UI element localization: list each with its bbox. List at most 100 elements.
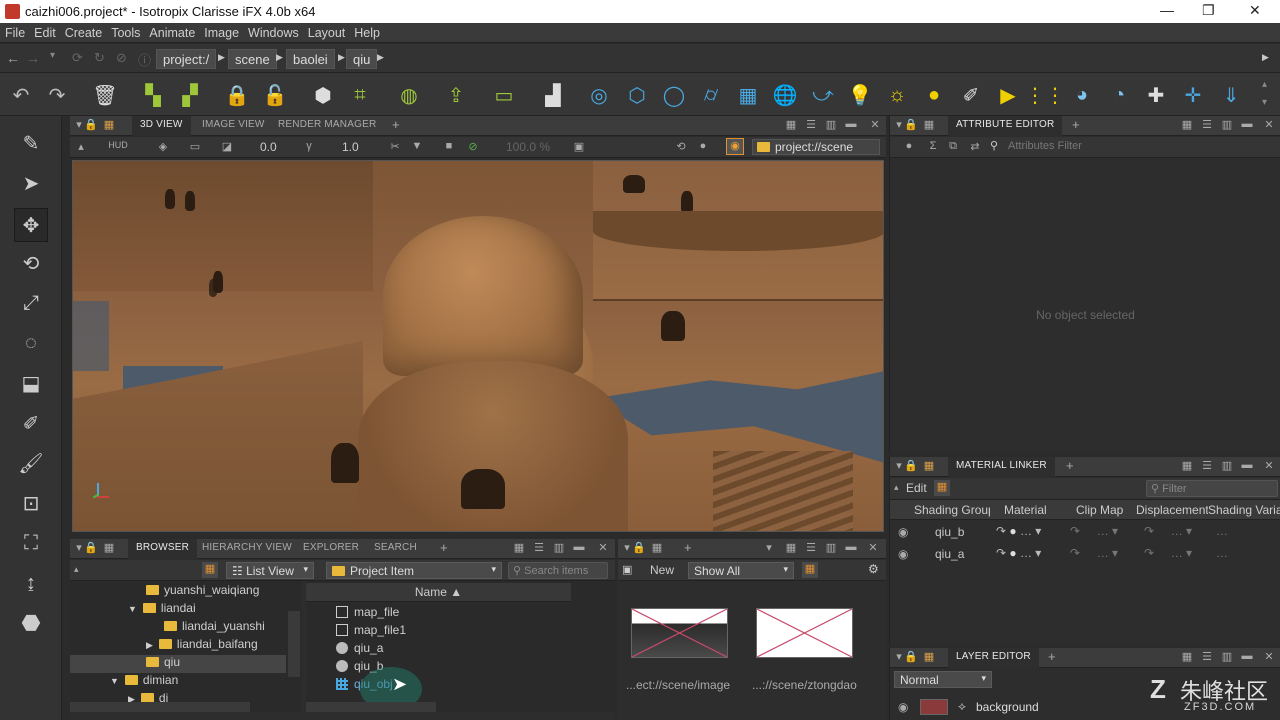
layout-cols-icon[interactable]: ▥ bbox=[1220, 118, 1234, 132]
camera-icon[interactable]: ■ bbox=[442, 140, 456, 154]
add-tab-button[interactable]: + bbox=[1064, 116, 1088, 136]
col-shading-group[interactable]: Shading Group bbox=[914, 503, 990, 517]
eye-icon[interactable]: ◉ bbox=[726, 138, 744, 155]
layout-grid-icon[interactable]: ▦ bbox=[784, 118, 798, 132]
close-panel-icon[interactable]: ✕ bbox=[1262, 459, 1276, 473]
sphere-display-icon[interactable]: ● bbox=[696, 140, 710, 154]
layout-rows-icon[interactable]: ☰ bbox=[532, 541, 546, 555]
tab-render-manager[interactable]: RENDER MANAGER bbox=[270, 116, 384, 136]
menu-create[interactable]: Create bbox=[60, 23, 107, 40]
layout-rows-icon[interactable]: ☰ bbox=[1200, 650, 1214, 664]
layout-cols-icon[interactable]: ▥ bbox=[1220, 650, 1234, 664]
spot-light-icon[interactable]: ✐ bbox=[958, 82, 984, 108]
back-arrow-icon[interactable]: ← bbox=[6, 50, 20, 66]
maximize-panel-icon[interactable]: ▬ bbox=[572, 541, 586, 555]
color-swatch-icon[interactable]: ⬣ bbox=[16, 608, 46, 638]
close-panel-icon[interactable]: ✕ bbox=[596, 541, 610, 555]
tree-item[interactable]: yuanshi_waiqiang bbox=[146, 583, 259, 601]
toolbar-more-icon[interactable]: ▾ bbox=[1262, 97, 1267, 108]
displacement-slot[interactable]: ↷ … ▾ bbox=[1144, 546, 1192, 560]
material-filter-input[interactable]: ⚲ Filter bbox=[1146, 480, 1278, 497]
eyedropper-icon[interactable]: ✎ bbox=[16, 128, 46, 158]
search-items-input[interactable]: ⚲ Search items bbox=[508, 562, 608, 579]
tree-item[interactable]: liandai_yuanshi bbox=[164, 619, 265, 637]
crumb-scene[interactable]: scene bbox=[228, 49, 277, 69]
light-icon[interactable]: 💡 bbox=[847, 82, 873, 108]
panel-lock-icon[interactable]: 🔒 bbox=[904, 118, 918, 132]
close-button[interactable]: ✕ bbox=[1249, 2, 1261, 19]
menu-file[interactable]: File bbox=[0, 23, 29, 40]
tabs-dropdown-icon[interactable]: ▾ bbox=[762, 541, 776, 555]
layout-grid-icon[interactable]: ▦ bbox=[1180, 459, 1194, 473]
instance-icon[interactable]: ⬢ bbox=[310, 82, 336, 108]
tab-3d-view[interactable]: 3D VIEW bbox=[132, 116, 191, 136]
tab-attribute-editor[interactable]: ATTRIBUTE EDITOR bbox=[948, 116, 1063, 136]
stamp-tool-icon[interactable]: ⬓ bbox=[16, 368, 46, 398]
menu-help[interactable]: Help bbox=[349, 23, 384, 40]
tab-layer-editor[interactable]: LAYER EDITOR bbox=[948, 648, 1039, 668]
filter-icon[interactable]: ▼ bbox=[410, 140, 424, 154]
displacement-slot[interactable]: ↷ … ▾ bbox=[1144, 524, 1192, 538]
sun-light-icon[interactable]: ☼ bbox=[884, 82, 910, 108]
add-tab-button[interactable]: + bbox=[384, 116, 408, 136]
maximize-panel-icon[interactable]: ▬ bbox=[1240, 650, 1254, 664]
clip-map-slot[interactable]: ↷ … ▾ bbox=[1070, 524, 1118, 538]
toolbar-more-icon[interactable]: ▴ bbox=[1262, 79, 1267, 90]
panel-menu-icon[interactable]: ▦ bbox=[922, 650, 936, 664]
list-item[interactable]: map_file bbox=[336, 605, 399, 623]
maximize-panel-icon[interactable]: ▬ bbox=[844, 541, 858, 555]
close-panel-icon[interactable]: ✕ bbox=[1262, 650, 1276, 664]
add-tab-button[interactable]: + bbox=[1058, 457, 1082, 477]
progressive-icon[interactable]: ⊘ bbox=[466, 140, 480, 154]
ungroup-icon[interactable]: ▞ bbox=[177, 82, 203, 108]
panel-lock-icon[interactable]: 🔒 bbox=[632, 541, 646, 555]
brush-tool-icon[interactable]: 🖌 bbox=[16, 448, 46, 478]
redo-icon[interactable]: ↷ bbox=[44, 82, 70, 108]
sync-icon[interactable]: ⟲ bbox=[674, 140, 688, 154]
image-sync-icon[interactable]: ▦ bbox=[802, 562, 818, 578]
lock-icon[interactable]: 🔒 bbox=[224, 82, 250, 108]
close-panel-icon[interactable]: ✕ bbox=[868, 118, 882, 132]
panel-menu-icon[interactable]: ▦ bbox=[922, 118, 936, 132]
scatter-down-icon[interactable]: ⇓ bbox=[1218, 82, 1244, 108]
unlock-icon[interactable]: 🔓 bbox=[262, 82, 288, 108]
minimize-button[interactable]: — bbox=[1160, 2, 1174, 18]
globe-icon[interactable]: 🌐 bbox=[772, 82, 798, 108]
settings-gear-icon[interactable]: ⚙ bbox=[868, 562, 879, 576]
import-icon[interactable]: ⇪ bbox=[443, 82, 469, 108]
close-panel-icon[interactable]: ✕ bbox=[866, 541, 880, 555]
scatterer-icon[interactable]: ✚ bbox=[1143, 82, 1169, 108]
select-arrow-icon[interactable]: ➤ bbox=[16, 168, 46, 198]
maximize-button[interactable]: ❐ bbox=[1202, 2, 1215, 19]
scale-tool-icon[interactable]: ⤢ bbox=[16, 288, 46, 318]
display-icon[interactable]: ▭ bbox=[188, 140, 202, 154]
clip-map-slot[interactable]: ↷ … ▾ bbox=[1070, 546, 1118, 560]
zoom-value[interactable]: 100.0 % bbox=[506, 140, 550, 154]
attributes-filter-input[interactable]: Attributes Filter bbox=[1008, 140, 1082, 152]
shading-icon[interactable]: ◈ bbox=[156, 140, 170, 154]
tab-image-view[interactable]: IMAGE VIEW bbox=[194, 116, 273, 136]
new-image-icon[interactable]: ▣ bbox=[622, 563, 632, 576]
gamma-icon[interactable]: γ bbox=[302, 140, 316, 154]
expand-icon[interactable]: ▴ bbox=[74, 564, 79, 575]
panel-lock-icon[interactable]: 🔒 bbox=[84, 541, 98, 555]
menu-animate[interactable]: Animate bbox=[144, 23, 199, 40]
col-material[interactable]: Material bbox=[1004, 503, 1047, 517]
layout-grid-icon[interactable]: ▦ bbox=[784, 541, 798, 555]
maximize-panel-icon[interactable]: ▬ bbox=[1240, 459, 1254, 473]
camera-tool-icon[interactable]: ⛶ bbox=[16, 528, 46, 558]
link-arrow-icon[interactable]: ↷ ● … ▾ bbox=[996, 546, 1041, 560]
tree-item-selected[interactable]: qiu bbox=[70, 655, 286, 673]
forward-arrow-icon[interactable]: → bbox=[26, 50, 40, 66]
group-icon[interactable]: ▚ bbox=[140, 82, 166, 108]
sphere-icon[interactable]: ◯ bbox=[661, 82, 687, 108]
gamma-value[interactable]: 1.0 bbox=[342, 140, 359, 154]
hud-toggle[interactable]: HUD bbox=[106, 140, 130, 154]
item-filter-select[interactable]: Project Item ▾ bbox=[326, 562, 502, 579]
layout-cols-icon[interactable]: ▥ bbox=[824, 118, 838, 132]
refresh-icon[interactable]: ↻ bbox=[94, 50, 105, 66]
tree-item[interactable]: ▼ liandai bbox=[128, 601, 196, 619]
layout-cols-icon[interactable]: ▥ bbox=[824, 541, 838, 555]
pivot-tool-icon[interactable]: ◌ bbox=[16, 328, 46, 358]
info-icon[interactable]: ⓘ bbox=[138, 50, 151, 69]
